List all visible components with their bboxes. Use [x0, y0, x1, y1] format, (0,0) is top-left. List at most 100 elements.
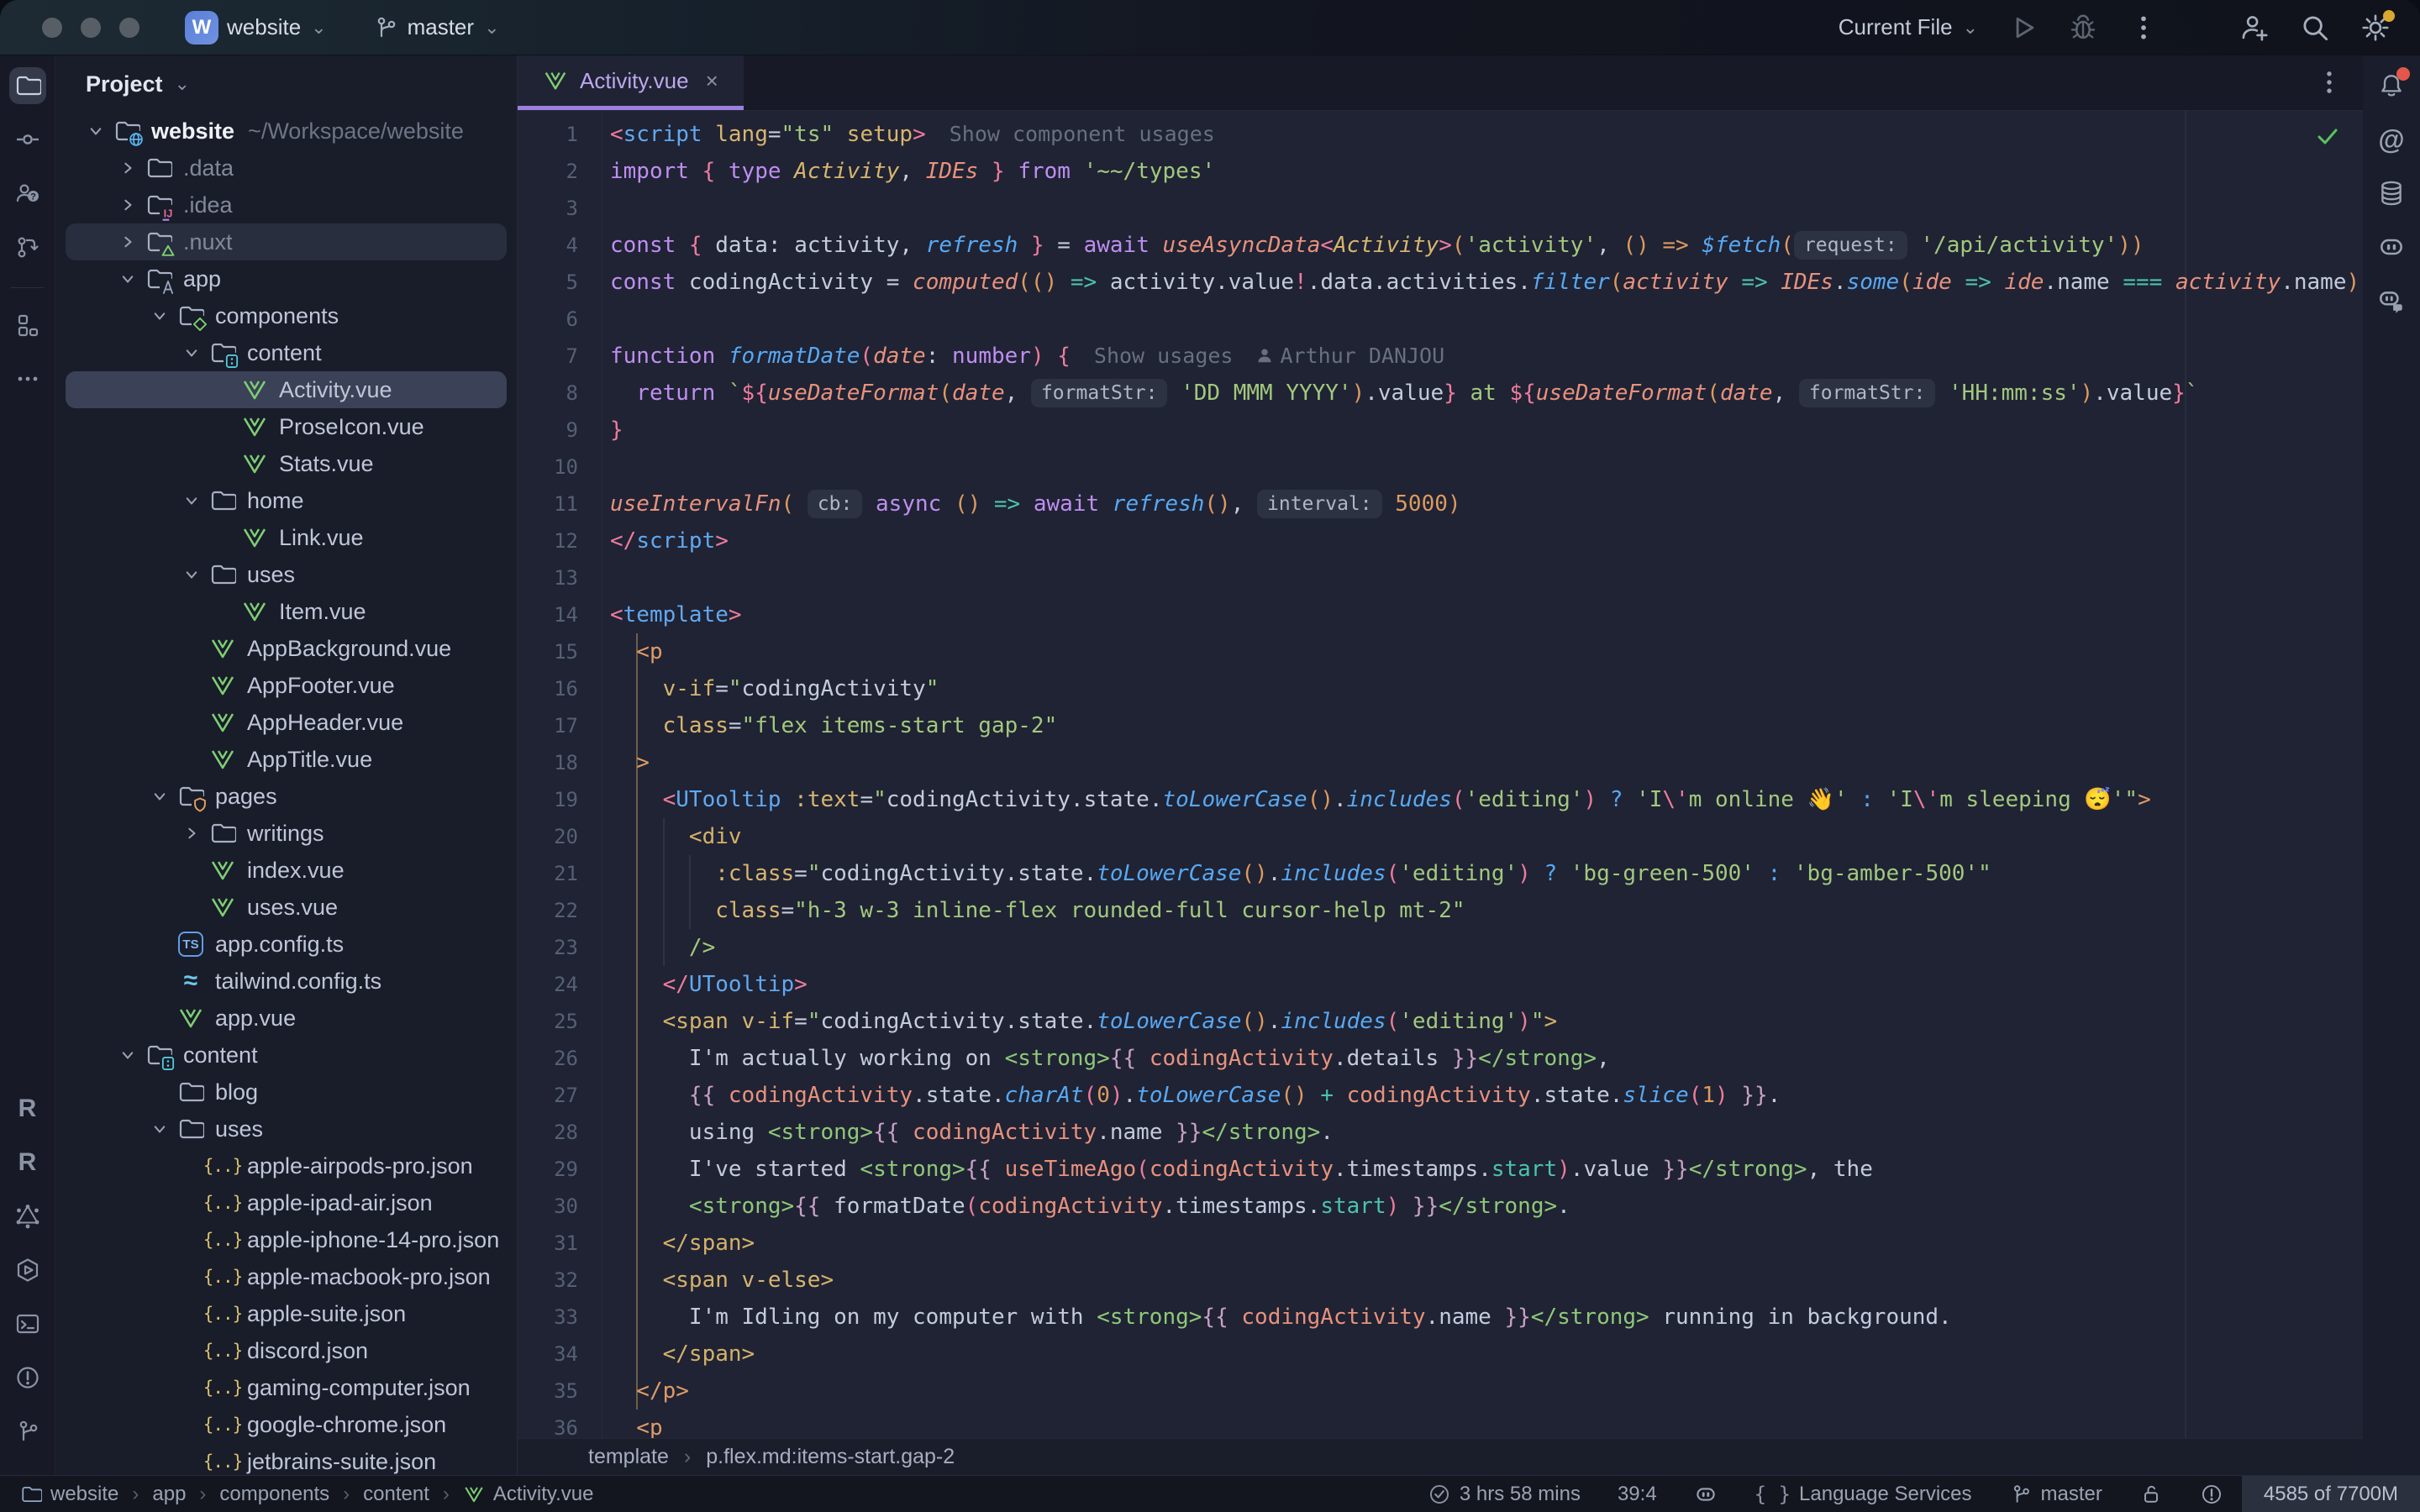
code-line-3[interactable]: 3	[518, 190, 2363, 227]
code-line-26[interactable]: 26 I'm actually working on <strong>{{ co…	[518, 1040, 2363, 1077]
close-window-icon[interactable]	[42, 18, 62, 38]
tree-item-apptitle-vue[interactable]: AppTitle.vue	[66, 741, 507, 778]
code-line-21[interactable]: 21 :class="codingActivity.state.toLowerC…	[518, 855, 2363, 892]
code-line-35[interactable]: 35 </p>	[518, 1373, 2363, 1410]
tree-item-apple-airpods-pro-json[interactable]: {..}apple-airpods-pro.json	[66, 1147, 507, 1184]
code-line-10[interactable]: 10	[518, 449, 2363, 486]
code-line-32[interactable]: 32 <span v-else>	[518, 1262, 2363, 1299]
copilot-icon[interactable]	[2375, 230, 2408, 264]
chevron-down-icon[interactable]	[116, 1042, 145, 1068]
graphql-icon[interactable]	[9, 1198, 46, 1235]
code-line-31[interactable]: 31 </span>	[518, 1225, 2363, 1262]
project-panel-header[interactable]: Project ⌄	[55, 55, 517, 113]
tree-item-content[interactable]: content	[66, 1037, 507, 1074]
tree-item-app[interactable]: app	[66, 260, 507, 297]
status-path-item[interactable]: app	[152, 1483, 186, 1506]
chevron-right-icon[interactable]	[116, 155, 145, 181]
tree-item-discord-json[interactable]: {..}discord.json	[66, 1332, 507, 1369]
tree-item-jetbrains-suite-json[interactable]: {..}jetbrains-suite.json	[66, 1443, 507, 1475]
code-line-14[interactable]: 14<template>	[518, 596, 2363, 633]
project-folder-icon[interactable]	[9, 67, 46, 104]
code-line-15[interactable]: 15 <p	[518, 633, 2363, 670]
code-line-8[interactable]: 8 return `${useDateFormat(date, formatSt…	[518, 375, 2363, 412]
structure-icon[interactable]	[9, 307, 46, 344]
code-line-11[interactable]: 11useIntervalFn( cb: async () => await r…	[518, 486, 2363, 522]
pull-requests-icon[interactable]	[9, 175, 46, 212]
tree-item-google-chrome-json[interactable]: {..}google-chrome.json	[66, 1406, 507, 1443]
code-line-5[interactable]: 5const codingActivity = computed(() => a…	[518, 264, 2363, 301]
chevron-right-icon[interactable]	[116, 192, 145, 218]
code-line-24[interactable]: 24 </UTooltip>	[518, 966, 2363, 1003]
tree-item-uses[interactable]: uses	[66, 1110, 507, 1147]
tab-activity-vue[interactable]: Activity.vue ×	[518, 55, 744, 110]
code-line-7[interactable]: 7function formatDate(date: number) {Show…	[518, 338, 2363, 375]
vcs-widget[interactable]: master ⌄	[372, 14, 500, 41]
status-path-item[interactable]: Activity.vue	[463, 1483, 594, 1506]
tree-item-link-vue[interactable]: Link.vue	[66, 519, 507, 556]
code-line-36[interactable]: 36 <p	[518, 1410, 2363, 1438]
code-line-34[interactable]: 34 </span>	[518, 1336, 2363, 1373]
code-line-2[interactable]: 2import { type Activity, IDEs } from '~~…	[518, 153, 2363, 190]
code-line-27[interactable]: 27 {{ codingActivity.state.charAt(0).toL…	[518, 1077, 2363, 1114]
caret-position-widget[interactable]: 39:4	[1599, 1476, 1676, 1512]
code-line-30[interactable]: 30 <strong>{{ formatDate(codingActivity.…	[518, 1188, 2363, 1225]
run-button[interactable]	[2007, 12, 2039, 44]
code-line-22[interactable]: 22 class="h-3 w-3 inline-flex rounded-fu…	[518, 892, 2363, 929]
breadcrumb-item[interactable]: p.flex.md:items-start.gap-2	[706, 1445, 955, 1469]
tree-item-writings[interactable]: writings	[66, 815, 507, 852]
tree-item-apple-ipad-air-json[interactable]: {..}apple-ipad-air.json	[66, 1184, 507, 1221]
breadcrumb-item[interactable]: template	[588, 1445, 669, 1469]
chevron-down-icon[interactable]	[180, 562, 208, 587]
code-line-9[interactable]: 9}	[518, 412, 2363, 449]
code-line-28[interactable]: 28 using <strong>{{ codingActivity.name …	[518, 1114, 2363, 1151]
code-line-25[interactable]: 25 <span v-if="codingActivity.state.toLo…	[518, 1003, 2363, 1040]
more-actions-button[interactable]	[2128, 12, 2160, 44]
vcs-log-icon[interactable]	[9, 228, 46, 265]
minimize-window-icon[interactable]	[81, 18, 101, 38]
settings-button[interactable]	[2360, 12, 2391, 44]
tree-item-appheader-vue[interactable]: AppHeader.vue	[66, 704, 507, 741]
tree-item-appbackground-vue[interactable]: AppBackground.vue	[66, 630, 507, 667]
code-line-18[interactable]: 18 >	[518, 744, 2363, 781]
chevron-down-icon[interactable]	[84, 118, 113, 144]
chevron-down-icon[interactable]	[148, 784, 176, 809]
tree-item-appfooter-vue[interactable]: AppFooter.vue	[66, 667, 507, 704]
git-branch-widget[interactable]: master	[1991, 1476, 2121, 1512]
copilot-status-icon[interactable]	[1676, 1476, 1736, 1512]
code-author-hint[interactable]: Arthur DANJOU	[1255, 344, 1444, 368]
tree-item-apple-iphone-14-pro-json[interactable]: {..}apple-iphone-14-pro.json	[66, 1221, 507, 1258]
chevron-down-icon[interactable]	[148, 1116, 176, 1142]
project-widget[interactable]: W website ⌄	[185, 11, 327, 45]
status-path-item[interactable]: website	[20, 1483, 118, 1506]
tree-item-uses-vue[interactable]: uses.vue	[66, 889, 507, 926]
tree-item-pages[interactable]: pages	[66, 778, 507, 815]
tree-item-uses[interactable]: uses	[66, 556, 507, 593]
tree-item-proseicon-vue[interactable]: ProseIcon.vue	[66, 408, 507, 445]
chevron-right-icon[interactable]	[180, 821, 208, 846]
git-icon[interactable]	[9, 1413, 46, 1450]
code-line-19[interactable]: 19 <UTooltip :text="codingActivity.state…	[518, 781, 2363, 818]
tree-item-blog[interactable]: blog	[66, 1074, 507, 1110]
tab-options-icon[interactable]	[2314, 67, 2344, 97]
chevron-down-icon[interactable]	[116, 266, 145, 291]
tree-item--data[interactable]: .data	[66, 150, 507, 186]
code-line-4[interactable]: 4const { data: activity, refresh } = awa…	[518, 227, 2363, 264]
tree-item-website[interactable]: website~/Workspace/website	[66, 113, 507, 150]
ai-assistant-icon[interactable]: @	[2375, 123, 2408, 156]
wakatime-widget[interactable]: 3 hrs 58 mins	[1409, 1476, 1599, 1512]
code-line-12[interactable]: 12</script>	[518, 522, 2363, 559]
language-services-widget[interactable]: { }Language Services	[1736, 1476, 1991, 1512]
chevron-down-icon[interactable]	[180, 340, 208, 365]
code-line-13[interactable]: 13	[518, 559, 2363, 596]
memory-indicator[interactable]: 4585 of 7700M	[2242, 1476, 2420, 1512]
zoom-window-icon[interactable]	[119, 18, 139, 38]
debug-button[interactable]	[2067, 12, 2099, 44]
tree-item-content[interactable]: content	[66, 334, 507, 371]
tree-item-stats-vue[interactable]: Stats.vue	[66, 445, 507, 482]
terminal-icon[interactable]	[9, 1305, 46, 1342]
tree-item-components[interactable]: components	[66, 297, 507, 334]
tree-item-app-config-ts[interactable]: TSapp.config.ts	[66, 926, 507, 963]
close-tab-icon[interactable]: ×	[706, 68, 718, 94]
code-line-20[interactable]: 20 <div	[518, 818, 2363, 855]
tree-item--idea[interactable]: .idea	[66, 186, 507, 223]
